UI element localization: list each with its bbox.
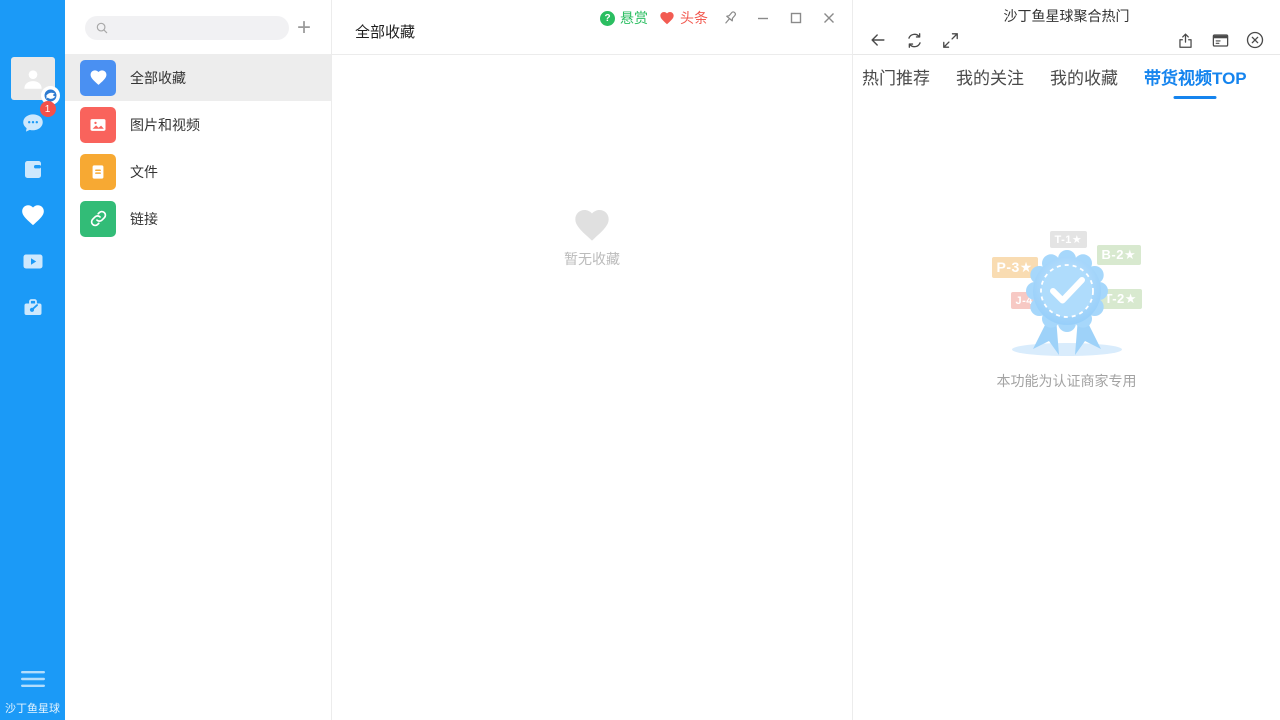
empty-text: 暂无收藏 [564,249,620,269]
window-mode-button[interactable] [1209,29,1231,51]
file-icon [80,154,116,190]
close-icon [822,11,836,25]
panel-toolbar [853,26,1280,55]
tab-my-follows[interactable]: 我的关注 [956,64,1024,91]
page-title: 全部收藏 [355,21,415,42]
browser-window-icon [1211,31,1230,50]
question-circle-icon: ? [600,11,615,26]
rail-item-favorites[interactable] [20,202,46,228]
certified-caption: 本功能为认证商家专用 [947,371,1187,391]
app-window: 1 沙丁鱼星球 + [0,0,1280,720]
collections-sidebar: + 全部收藏 图片和视频 文件 [65,0,332,720]
panel-tabs: 热门推荐 我的关注 我的收藏 带货视频TOP [853,55,1280,100]
panel-body: T-1★ B-2★ P-3★ J-4★ T-2★ [853,100,1280,720]
minimize-icon [756,11,770,25]
collections-list: 全部收藏 图片和视频 文件 链接 [65,54,331,242]
avatar[interactable] [11,57,55,100]
refresh-button[interactable] [903,29,925,51]
tab-label: 带货视频TOP [1144,69,1247,88]
close-circle-icon [1245,30,1265,50]
list-item-label: 链接 [130,209,158,229]
certified-merchant-illustration: T-1★ B-2★ P-3★ J-4★ T-2★ [947,225,1187,390]
headlines-button[interactable]: 头条 [659,8,708,28]
unread-badge: 1 [40,101,56,117]
share-button[interactable] [1174,29,1196,51]
search-row: + [65,0,331,54]
active-tab-underline [1174,96,1217,99]
notebook-icon [21,157,45,181]
empty-state: 暂无收藏 [332,205,852,269]
back-arrow-icon [868,30,888,50]
link-icon [80,201,116,237]
toolbar-right [1174,29,1266,51]
list-item-images-videos[interactable]: 图片和视频 [65,101,331,148]
add-button[interactable]: + [289,16,319,40]
menu-button[interactable] [20,666,46,692]
heart-icon [659,10,675,26]
list-item-files[interactable]: 文件 [65,148,331,195]
brand-label: 沙丁鱼星球 [5,692,60,720]
main-area: 全部收藏 ? 悬赏 头条 [332,0,853,720]
main-header: 全部收藏 ? 悬赏 头条 [332,0,852,55]
close-button[interactable] [818,7,840,29]
hotlist-panel: 沙丁鱼星球聚合热门 [853,0,1280,720]
rail-item-toolbox[interactable] [20,294,46,320]
rail-item-chat[interactable]: 1 [20,110,46,136]
search-input[interactable] [85,16,289,40]
minimize-button[interactable] [752,7,774,29]
rail-item-videos[interactable] [20,248,46,274]
maximize-icon [789,11,803,25]
panel-titlebar: 沙丁鱼星球聚合热门 [853,0,1280,26]
pin-button[interactable] [719,7,741,29]
window-controls: ? 悬赏 头条 [600,7,840,29]
image-icon [80,107,116,143]
expand-icon [941,31,960,50]
hamburger-icon [20,669,46,689]
certified-medal-icon [1007,239,1127,365]
tab-my-favorites[interactable]: 我的收藏 [1050,64,1118,91]
list-item-label: 全部收藏 [130,68,186,88]
left-rail: 1 沙丁鱼星球 [0,0,65,720]
pin-icon [721,9,739,27]
rail-bottom: 沙丁鱼星球 [0,666,65,720]
share-icon [1176,31,1195,50]
empty-heart-icon [570,205,614,245]
headlines-label: 头条 [680,8,708,28]
list-item-label: 文件 [130,162,158,182]
list-item-all-favorites[interactable]: 全部收藏 [65,54,331,101]
list-item-links[interactable]: 链接 [65,195,331,242]
person-icon [20,66,46,92]
search-icon [95,21,109,35]
refresh-icon [905,31,924,50]
toolbar-left [867,29,961,51]
tab-product-video-top[interactable]: 带货视频TOP [1144,64,1247,91]
back-button[interactable] [867,29,889,51]
maximize-button[interactable] [785,7,807,29]
heart-icon [20,202,46,228]
tv-play-icon [21,249,45,273]
panel-title: 沙丁鱼星球聚合热门 [1004,6,1130,26]
rail-item-notebook[interactable] [20,156,46,182]
heart-icon [80,60,116,96]
toolbox-icon [21,295,45,319]
expand-button[interactable] [939,29,961,51]
bounty-button[interactable]: ? 悬赏 [600,8,648,28]
list-item-label: 图片和视频 [130,115,200,135]
close-panel-button[interactable] [1244,29,1266,51]
bounty-label: 悬赏 [620,8,648,28]
tab-hot-recommend[interactable]: 热门推荐 [862,64,930,91]
